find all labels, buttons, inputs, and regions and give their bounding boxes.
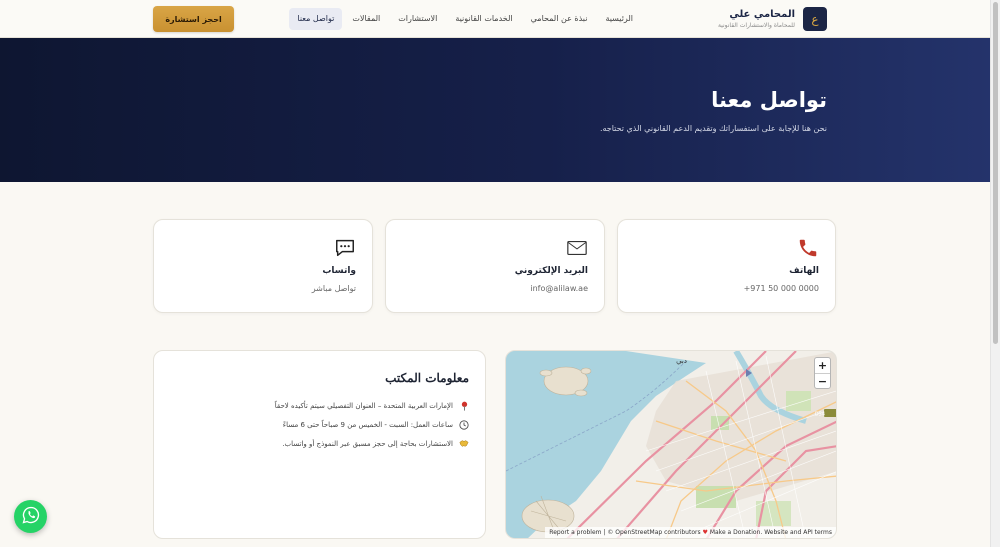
map-label-dubai: دبي bbox=[676, 357, 687, 365]
brand-name: المحامي علي bbox=[729, 8, 795, 20]
email-card-title: البريد الإلكتروني bbox=[514, 266, 588, 276]
envelope-icon bbox=[566, 237, 588, 259]
whatsapp-icon bbox=[22, 506, 40, 528]
brand-text: المحامي علي للمحاماة والاستشارات القانون… bbox=[718, 9, 795, 30]
location-map[interactable]: دبي D54 + − Report a problem | © OpenStr… bbox=[505, 350, 837, 539]
office-info-panel: معلومات المكتب الإمارات العربية المتحدة … bbox=[153, 350, 486, 539]
osm-link[interactable]: © OpenStreetMap contributors bbox=[607, 529, 700, 536]
office-info-title: معلومات المكتب bbox=[385, 371, 469, 385]
phone-number[interactable]: +971 50 000 0000 bbox=[744, 284, 819, 293]
email-card[interactable]: البريد الإلكتروني info@alilaw.ae bbox=[385, 219, 605, 313]
office-address-text: الإمارات العربية المتحدة – العنوان التفص… bbox=[274, 401, 453, 410]
nav-consultations[interactable]: الاستشارات bbox=[390, 8, 445, 30]
nav-about[interactable]: نبذة عن المحامي bbox=[523, 8, 596, 30]
handshake-icon bbox=[459, 439, 469, 449]
phone-icon bbox=[797, 237, 819, 259]
page-scrollbar[interactable] bbox=[990, 0, 1000, 547]
report-problem-link[interactable]: Report a problem bbox=[549, 529, 601, 536]
office-booking-note: الاستشارات بحاجة إلى حجز مسبق عبر النموذ… bbox=[169, 434, 469, 453]
nav-contact[interactable]: تواصل معنا bbox=[289, 8, 343, 30]
whatsapp-card-title: واتساب bbox=[322, 266, 356, 276]
office-hours: ساعات العمل: السبت - الخميس من 9 صباحاً … bbox=[169, 415, 469, 434]
office-address: الإمارات العربية المتحدة – العنوان التفص… bbox=[169, 396, 469, 415]
map-tiles: دبي D54 bbox=[506, 351, 836, 538]
page-subtitle: نحن هنا للإجابة على استفساراتك وتقديم ال… bbox=[599, 124, 827, 133]
pin-icon bbox=[459, 401, 469, 411]
zoom-in-button[interactable]: + bbox=[815, 358, 830, 373]
scrollbar-thumb[interactable] bbox=[993, 2, 998, 344]
map-road-label: D54 bbox=[815, 412, 825, 418]
clock-icon bbox=[459, 419, 469, 430]
chat-bubble-icon bbox=[334, 237, 356, 259]
map-attribution: Report a problem | © OpenStreetMap contr… bbox=[545, 527, 836, 538]
office-hours-text: ساعات العمل: السبت - الخميس من 9 صباحاً … bbox=[282, 420, 453, 429]
page-title: تواصل معنا bbox=[711, 88, 827, 112]
book-consultation-button[interactable]: احجز استشارة bbox=[153, 6, 234, 32]
office-info-list: الإمارات العربية المتحدة – العنوان التفص… bbox=[169, 396, 469, 453]
brand[interactable]: ع المحامي علي للمحاماة والاستشارات القان… bbox=[718, 7, 827, 31]
nav-services[interactable]: الخدمات القانونية bbox=[447, 8, 520, 30]
main-nav: الرئيسية نبذة عن المحامي الخدمات القانون… bbox=[289, 8, 641, 30]
zoom-out-button[interactable]: − bbox=[815, 373, 830, 388]
phone-card[interactable]: الهاتف +971 50 000 0000 bbox=[617, 219, 836, 313]
nav-home[interactable]: الرئيسية bbox=[597, 8, 641, 30]
office-booking-text: الاستشارات بحاجة إلى حجز مسبق عبر النموذ… bbox=[282, 439, 453, 448]
whatsapp-float-button[interactable] bbox=[14, 500, 47, 533]
phone-card-title: الهاتف bbox=[789, 266, 819, 276]
site-header: ع المحامي علي للمحاماة والاستشارات القان… bbox=[0, 0, 990, 38]
heart-icon: ♥ bbox=[702, 529, 708, 536]
email-address[interactable]: info@alilaw.ae bbox=[530, 284, 588, 293]
brand-tagline: للمحاماة والاستشارات القانونية bbox=[717, 21, 795, 29]
whatsapp-card[interactable]: واتساب تواصل مباشر bbox=[153, 219, 373, 313]
map-zoom-controls: + − bbox=[814, 357, 831, 389]
whatsapp-card-value: تواصل مباشر bbox=[311, 284, 356, 293]
brand-logo: ع bbox=[803, 7, 827, 31]
donate-link[interactable]: Make a Donation. Website and API terms bbox=[710, 529, 832, 536]
hero-banner: تواصل معنا نحن هنا للإجابة على استفسارات… bbox=[0, 38, 990, 182]
nav-articles[interactable]: المقالات bbox=[344, 8, 388, 30]
